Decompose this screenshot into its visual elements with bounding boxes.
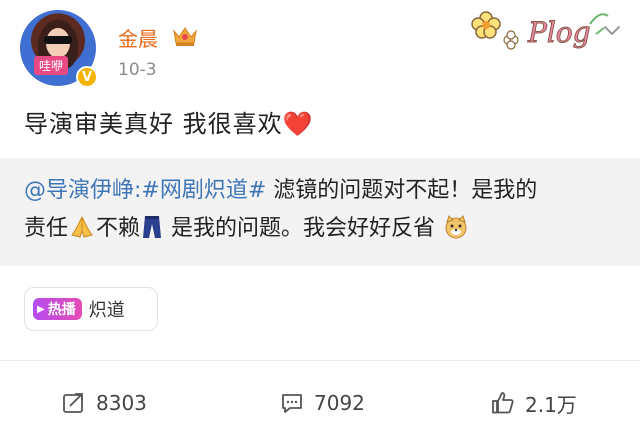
- comment-count: 7092: [314, 391, 365, 415]
- vip-crown-icon: [173, 27, 197, 46]
- topic-label: 炽道: [88, 300, 125, 321]
- repost-line2a: 责任: [24, 216, 69, 241]
- avatar-tag: 哇咿: [34, 56, 69, 75]
- repost-line1: 滤镜的问题对不起！是我的: [266, 178, 538, 203]
- like-button[interactable]: 2.1万: [491, 388, 577, 418]
- comment-button[interactable]: 7092: [280, 388, 365, 418]
- plog-sticker-text: Plog: [527, 16, 591, 49]
- plog-sticker-icon: Plog: [471, 11, 609, 50]
- username[interactable]: 金晨: [118, 23, 158, 52]
- avatar-glasses: [44, 36, 72, 44]
- post-text-content: 导演审美真好 我很喜欢: [24, 110, 283, 138]
- pray-emoji-icon: [71, 216, 93, 238]
- hot-badge-label: 热播: [47, 302, 76, 318]
- repost-line2c: 是我的问题。我会好好反省: [164, 216, 436, 241]
- repost-text: @导演伊峥:#网剧炽道# 滤镜的问题对不起！是我的 责任 不赖 是我的问题。我会…: [24, 172, 624, 248]
- heart-emoji-icon: ❤️: [282, 110, 314, 138]
- repost-line2b: 不赖: [96, 216, 141, 241]
- share-icon: [63, 393, 83, 413]
- mention-link[interactable]: @导演伊峥: [24, 178, 134, 203]
- hashtag-link[interactable]: :#网剧炽道#: [134, 178, 266, 203]
- like-count: 2.1万: [525, 392, 577, 417]
- play-icon: ▶: [37, 303, 45, 315]
- hot-badge: ▶ 热播: [33, 298, 82, 320]
- topic-chip[interactable]: ▶ 热播 炽道: [24, 287, 158, 331]
- verified-badge-icon: V: [76, 66, 98, 88]
- repost-count: 8303: [96, 391, 147, 415]
- pants-emoji-icon: [143, 216, 162, 238]
- comment-icon: [282, 394, 302, 413]
- divider: [0, 360, 640, 361]
- thumbs-up-icon: [492, 392, 514, 414]
- post-timestamp: 10-3: [118, 60, 157, 80]
- chevron-down-icon[interactable]: [602, 24, 622, 38]
- dog-emoji-icon: [445, 215, 467, 239]
- repost-button[interactable]: 8303: [62, 388, 147, 418]
- post-text: 导演审美真好 我很喜欢❤️: [24, 104, 314, 139]
